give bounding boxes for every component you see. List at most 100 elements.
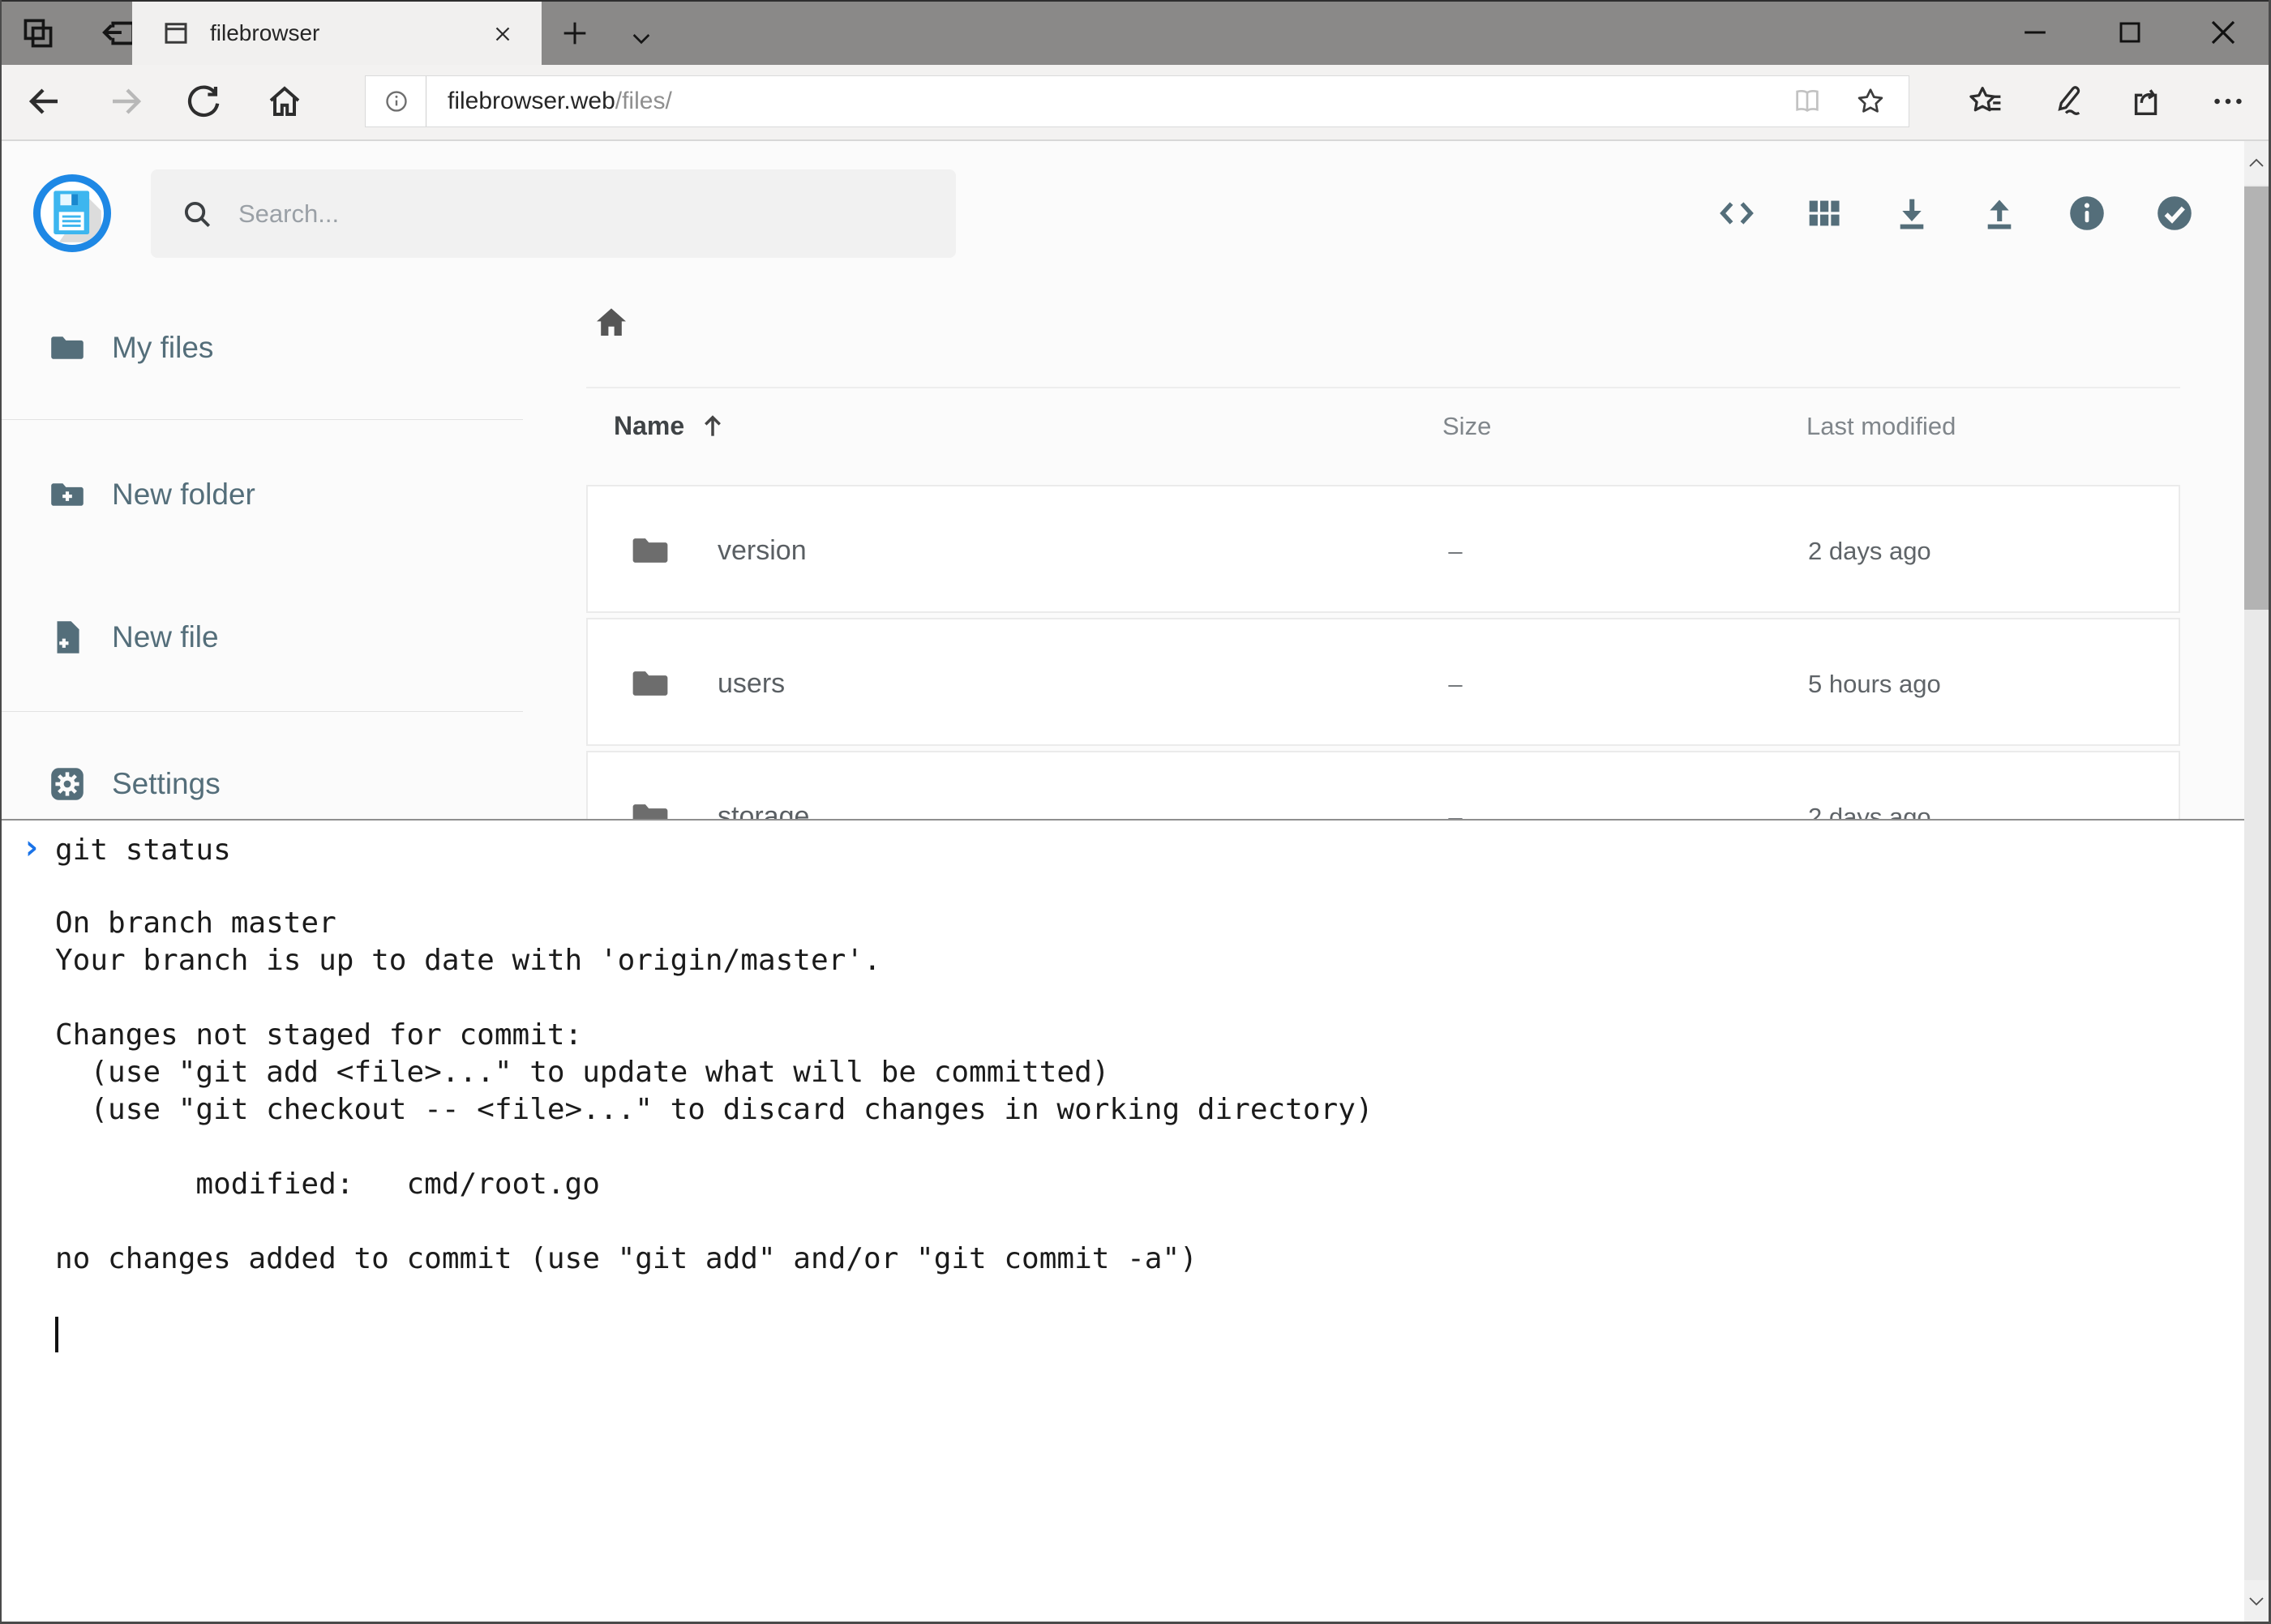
minimize-button[interactable] bbox=[1993, 2, 2077, 63]
browser-window: filebrowser bbox=[0, 0, 2271, 1624]
maximize-button[interactable] bbox=[2088, 2, 2172, 63]
sidebar-item-label: My files bbox=[112, 331, 213, 365]
close-tab-button[interactable] bbox=[490, 21, 516, 47]
tab-list-chevron-button[interactable] bbox=[619, 16, 663, 60]
sidebar-item-new-file[interactable]: New file bbox=[0, 597, 523, 678]
search-input[interactable] bbox=[237, 199, 956, 229]
close-icon bbox=[491, 22, 515, 46]
select-toggle-button[interactable] bbox=[2153, 192, 2196, 234]
column-header-name[interactable]: Name bbox=[614, 410, 728, 441]
chevron-down-icon bbox=[2247, 1592, 2266, 1611]
plus-icon bbox=[559, 17, 591, 49]
close-window-button[interactable] bbox=[2181, 2, 2265, 63]
sidebar-item-label: New folder bbox=[112, 478, 255, 512]
home-icon bbox=[265, 82, 304, 121]
forward-button[interactable] bbox=[101, 76, 151, 126]
close-icon bbox=[2204, 13, 2243, 52]
file-row-users[interactable]: users – 5 hours ago bbox=[586, 618, 2180, 746]
file-name: version bbox=[718, 535, 807, 567]
folder-icon bbox=[47, 328, 88, 368]
sidebar-divider bbox=[0, 711, 523, 712]
scrollbar-thumb[interactable] bbox=[2244, 186, 2269, 610]
window-frame-top bbox=[0, 0, 2271, 2]
grid-icon bbox=[1804, 193, 1845, 234]
web-note-button[interactable] bbox=[2042, 76, 2092, 126]
tab-preview-button[interactable] bbox=[16, 11, 60, 55]
check-circle-icon bbox=[2153, 192, 2196, 234]
home-button[interactable] bbox=[259, 76, 310, 126]
terminal-prompt-chevron: › bbox=[21, 827, 41, 867]
browser-tab[interactable]: filebrowser bbox=[132, 2, 542, 65]
folder-icon bbox=[628, 662, 672, 705]
favorites-hub-button[interactable] bbox=[1960, 76, 2011, 126]
file-modified: 5 hours ago bbox=[1808, 670, 1941, 699]
sidebar-item-my-files[interactable]: My files bbox=[0, 307, 523, 388]
refresh-button[interactable] bbox=[178, 76, 229, 126]
chevron-up-icon bbox=[2247, 153, 2266, 173]
tab-title: filebrowser bbox=[210, 20, 319, 46]
window-frame-left bbox=[0, 0, 2, 1624]
terminal-panel[interactable]: › git status On branch master Your branc… bbox=[0, 819, 2244, 1624]
gear-icon bbox=[47, 764, 88, 804]
info-button[interactable] bbox=[2066, 192, 2108, 234]
upload-icon bbox=[1978, 192, 2020, 234]
folder-icon bbox=[628, 529, 672, 572]
page-scrollbar[interactable] bbox=[2244, 141, 2269, 1622]
sidebar-item-settings[interactable]: Settings bbox=[0, 743, 523, 825]
terminal-command: git status bbox=[55, 832, 231, 869]
sidebar-item-new-folder[interactable]: New folder bbox=[0, 454, 523, 535]
filebrowser-logo[interactable] bbox=[33, 174, 111, 252]
file-row-version[interactable]: version – 2 days ago bbox=[586, 485, 2180, 613]
reading-view-button[interactable] bbox=[1792, 86, 1823, 117]
url-host: filebrowser.web bbox=[448, 88, 615, 115]
filebrowser-page: My files New folder New file Settings Na… bbox=[0, 141, 2271, 1624]
share-icon bbox=[2128, 83, 2166, 120]
search-box[interactable] bbox=[151, 169, 956, 258]
maximize-icon bbox=[2112, 15, 2148, 50]
arrow-left-icon bbox=[25, 82, 64, 121]
page-icon bbox=[161, 19, 191, 48]
pen-icon bbox=[2048, 83, 2085, 120]
home-icon bbox=[592, 303, 631, 342]
arrow-right-icon bbox=[106, 82, 145, 121]
grid-view-button[interactable] bbox=[1803, 192, 1845, 234]
file-size: – bbox=[1439, 537, 1472, 566]
floppy-disk-icon bbox=[41, 182, 104, 245]
download-button[interactable] bbox=[1891, 192, 1933, 234]
listing-divider bbox=[586, 387, 2180, 388]
column-header-size[interactable]: Size bbox=[1442, 412, 1491, 441]
terminal-cursor bbox=[55, 1317, 58, 1352]
scroll-down-button[interactable] bbox=[2244, 1580, 2269, 1622]
code-icon bbox=[1716, 191, 1758, 235]
breadcrumb-home-button[interactable] bbox=[592, 303, 631, 342]
address-bar[interactable]: filebrowser.web/files/ bbox=[365, 75, 1909, 127]
browser-navbar: filebrowser.web/files/ bbox=[0, 65, 2271, 141]
back-button[interactable] bbox=[19, 76, 70, 126]
tab-bar: filebrowser bbox=[0, 0, 2271, 65]
file-size: – bbox=[1439, 670, 1472, 699]
info-icon bbox=[2066, 192, 2108, 234]
book-icon bbox=[1792, 86, 1823, 117]
sidebar-divider bbox=[0, 419, 523, 420]
download-icon bbox=[1891, 192, 1933, 234]
folder-plus-icon bbox=[47, 474, 88, 515]
url-path: /files/ bbox=[615, 88, 672, 115]
refresh-icon bbox=[185, 83, 222, 120]
terminal-output: On branch master Your branch is up to da… bbox=[55, 905, 1373, 1278]
star-list-icon bbox=[1967, 83, 2004, 120]
upload-button[interactable] bbox=[1978, 192, 2020, 234]
minimize-icon bbox=[2017, 15, 2053, 50]
scroll-up-button[interactable] bbox=[2244, 141, 2269, 185]
new-tab-button[interactable] bbox=[553, 11, 597, 55]
more-icon bbox=[2209, 83, 2247, 120]
share-button[interactable] bbox=[2122, 76, 2172, 126]
sidebar-item-label: Settings bbox=[112, 767, 221, 801]
file-name: users bbox=[718, 668, 785, 700]
add-favorite-button[interactable] bbox=[1855, 86, 1886, 117]
chevron-down-icon bbox=[628, 25, 654, 51]
star-icon bbox=[1855, 86, 1886, 117]
column-header-modified[interactable]: Last modified bbox=[1806, 412, 1956, 441]
raw-view-button[interactable] bbox=[1716, 192, 1758, 234]
site-info-icon[interactable] bbox=[383, 88, 409, 114]
more-menu-button[interactable] bbox=[2203, 76, 2253, 126]
